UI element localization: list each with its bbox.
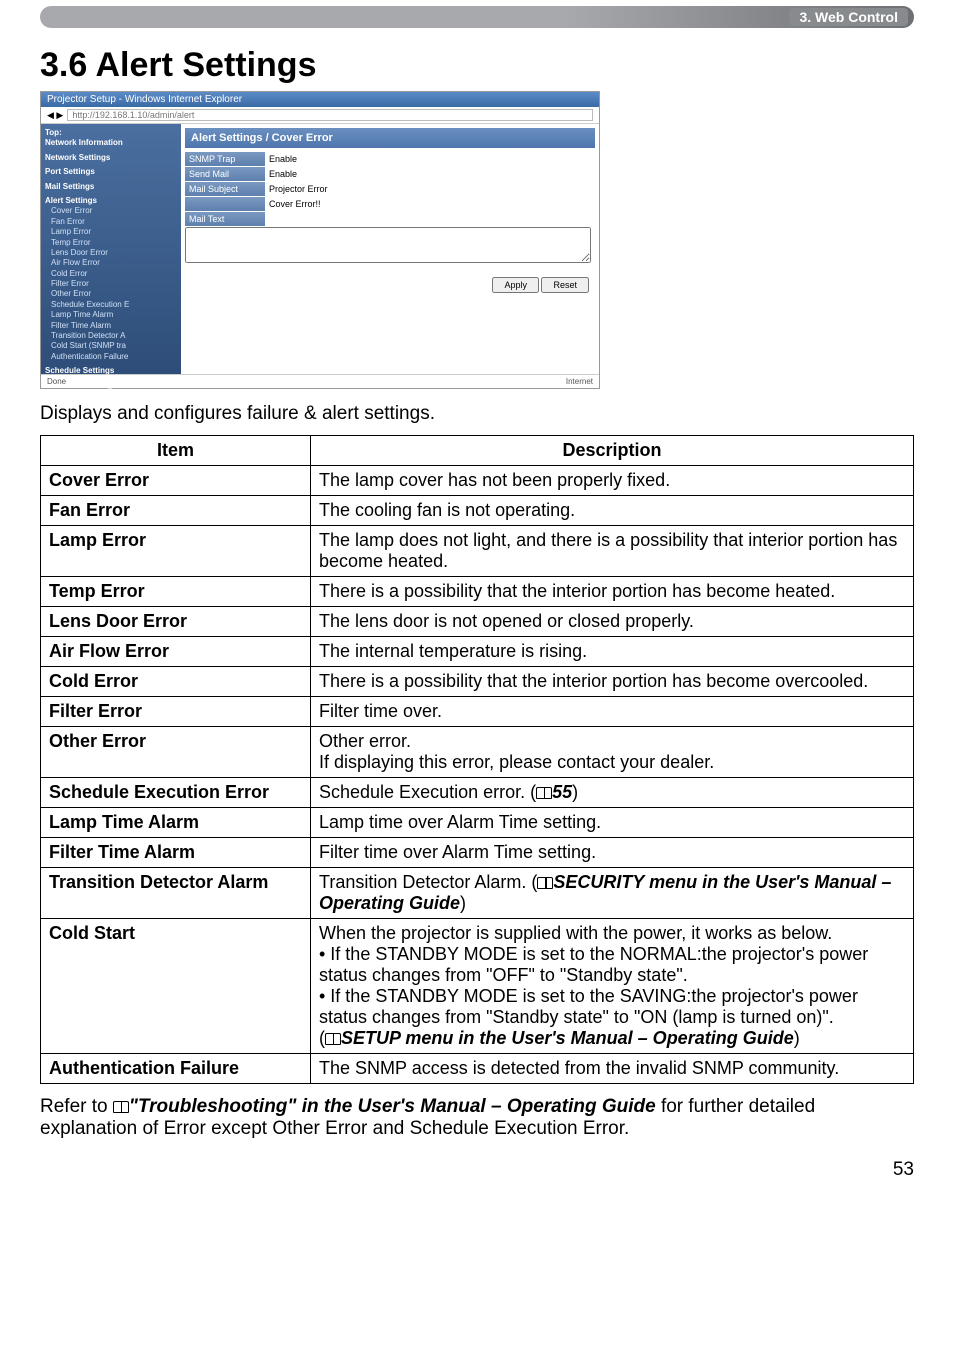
table-item: Lens Door Error — [41, 607, 311, 637]
screenshot-reset-button[interactable]: Reset — [541, 277, 589, 293]
screenshot-url: http://192.168.1.10/admin/alert — [67, 109, 593, 121]
table-row: Filter ErrorFilter time over. — [41, 697, 914, 727]
table-desc: The lamp does not light, and there is a … — [311, 526, 914, 577]
table-desc: The internal temperature is rising. — [311, 637, 914, 667]
table-head-desc: Description — [311, 436, 914, 466]
table-item: Fan Error — [41, 496, 311, 526]
screenshot-main: Alert Settings / Cover Error SNMP TrapEn… — [181, 124, 599, 374]
table-desc: Transition Detector Alarm. (SECURITY men… — [311, 868, 914, 919]
table-desc: There is a possibility that the interior… — [311, 667, 914, 697]
page-number: 53 — [40, 1159, 914, 1181]
table-row: Lamp Time AlarmLamp time over Alarm Time… — [41, 808, 914, 838]
screenshot-apply-button[interactable]: Apply — [492, 277, 539, 293]
table-desc: The cooling fan is not operating. — [311, 496, 914, 526]
table-row: Transition Detector AlarmTransition Dete… — [41, 868, 914, 919]
table-desc: There is a possibility that the interior… — [311, 577, 914, 607]
screenshot-status-left: Done — [47, 377, 66, 386]
screenshot: Projector Setup - Windows Internet Explo… — [40, 91, 600, 389]
table-desc: The SNMP access is detected from the inv… — [311, 1054, 914, 1084]
table-desc: Schedule Execution error. (55) — [311, 778, 914, 808]
table-row: Schedule Execution ErrorSchedule Executi… — [41, 778, 914, 808]
table-item: Authentication Failure — [41, 1054, 311, 1084]
book-icon — [113, 1101, 129, 1113]
table-item: Schedule Execution Error — [41, 778, 311, 808]
table-desc: The lens door is not opened or closed pr… — [311, 607, 914, 637]
table-row: Lens Door ErrorThe lens door is not open… — [41, 607, 914, 637]
table-row: Temp ErrorThere is a possibility that th… — [41, 577, 914, 607]
table-desc: Other error.If displaying this error, pl… — [311, 727, 914, 778]
book-icon — [325, 1033, 341, 1045]
table-item: Transition Detector Alarm — [41, 868, 311, 919]
table-item: Other Error — [41, 727, 311, 778]
table-item: Cold Start — [41, 919, 311, 1054]
table-item: Cold Error — [41, 667, 311, 697]
table-desc: Lamp time over Alarm Time setting. — [311, 808, 914, 838]
table-row: Filter Time AlarmFilter time over Alarm … — [41, 838, 914, 868]
table-row: Cover ErrorThe lamp cover has not been p… — [41, 466, 914, 496]
book-icon — [537, 877, 553, 889]
table-item: Lamp Error — [41, 526, 311, 577]
header-bar: 3. Web Control — [40, 6, 914, 28]
table-item: Lamp Time Alarm — [41, 808, 311, 838]
table-item: Temp Error — [41, 577, 311, 607]
screenshot-titlebar: Projector Setup - Windows Internet Explo… — [41, 92, 599, 107]
spec-table: Item Description Cover ErrorThe lamp cov… — [40, 435, 914, 1084]
book-icon — [536, 787, 552, 799]
table-head-item: Item — [41, 436, 311, 466]
page-title: 3.6 Alert Settings — [40, 46, 914, 85]
table-item: Filter Error — [41, 697, 311, 727]
screenshot-panel-title: Alert Settings / Cover Error — [185, 128, 595, 148]
table-desc: When the projector is supplied with the … — [311, 919, 914, 1054]
table-item: Air Flow Error — [41, 637, 311, 667]
table-desc: Filter time over. — [311, 697, 914, 727]
screenshot-status-right: Internet — [566, 377, 593, 386]
screenshot-urlbar: ◀ ▶http://192.168.1.10/admin/alert — [41, 107, 599, 124]
table-row: Other ErrorOther error.If displaying thi… — [41, 727, 914, 778]
table-item: Cover Error — [41, 466, 311, 496]
table-row: Air Flow ErrorThe internal temperature i… — [41, 637, 914, 667]
table-row: Cold ErrorThere is a possibility that th… — [41, 667, 914, 697]
table-desc: Filter time over Alarm Time setting. — [311, 838, 914, 868]
table-desc: The lamp cover has not been properly fix… — [311, 466, 914, 496]
table-item: Filter Time Alarm — [41, 838, 311, 868]
table-row: Authentication FailureThe SNMP access is… — [41, 1054, 914, 1084]
lead-text: Displays and configures failure & alert … — [40, 403, 914, 425]
table-row: Cold StartWhen the projector is supplied… — [41, 919, 914, 1054]
screenshot-mail-text[interactable] — [185, 227, 591, 263]
screenshot-sidebar: Top:Network Information Network Settings… — [41, 124, 181, 374]
reference-note: Refer to "Troubleshooting" in the User's… — [40, 1096, 914, 1140]
header-chip: 3. Web Control — [789, 8, 908, 26]
table-row: Lamp ErrorThe lamp does not light, and t… — [41, 526, 914, 577]
table-row: Fan ErrorThe cooling fan is not operatin… — [41, 496, 914, 526]
